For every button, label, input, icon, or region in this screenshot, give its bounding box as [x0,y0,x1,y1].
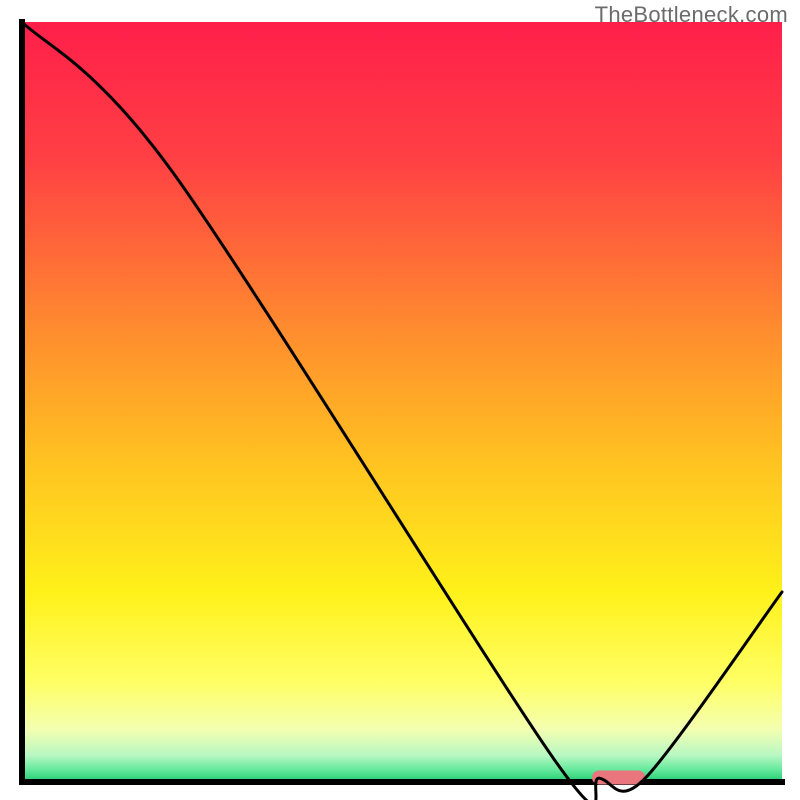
watermark-text: TheBottleneck.com [595,2,788,28]
chart-container: TheBottleneck.com [0,0,800,800]
gradient-background [22,22,782,782]
bottleneck-chart [0,0,800,800]
